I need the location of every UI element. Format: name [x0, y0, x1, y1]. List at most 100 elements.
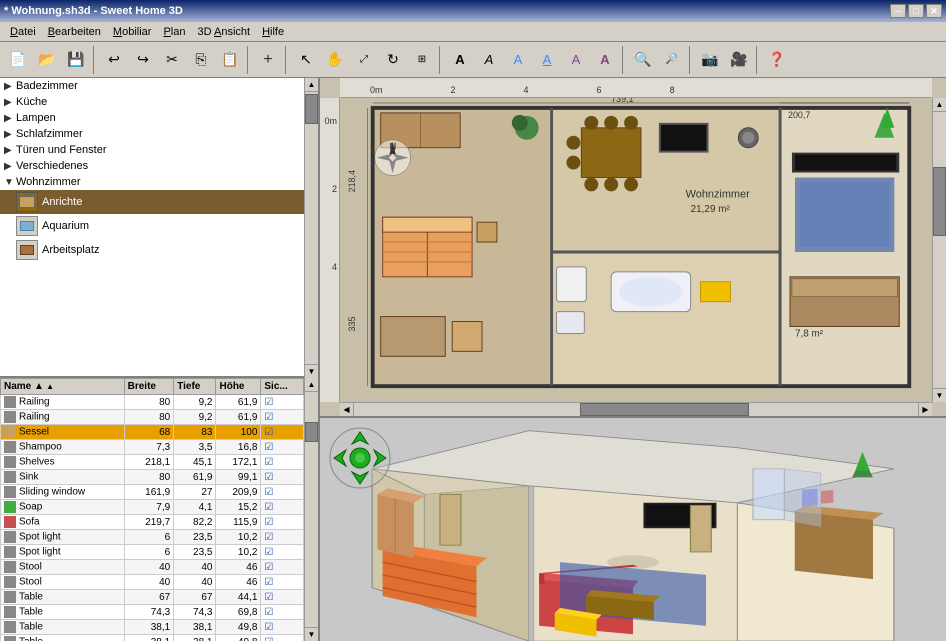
paste-button[interactable]: 📋 [216, 46, 244, 74]
table-row[interactable]: Soap7,94,115,2☑ [1, 500, 304, 515]
cell-visible[interactable]: ☑ [261, 425, 304, 440]
menu-mobiliar[interactable]: Mobiliar [107, 24, 158, 40]
menu-datei[interactable]: Datei [4, 24, 42, 40]
scroll-h-right[interactable]: ▶ [918, 403, 932, 416]
text-button[interactable]: A [446, 46, 474, 74]
redo-button[interactable]: ↪ [129, 46, 157, 74]
cell-visible[interactable]: ☑ [261, 485, 304, 500]
hand-button[interactable]: ✋ [321, 46, 349, 74]
move-button[interactable]: ⤢ [350, 46, 378, 74]
col-breite[interactable]: Breite [124, 379, 174, 395]
cell-visible[interactable]: ☑ [261, 545, 304, 560]
cell-visible[interactable]: ☑ [261, 395, 304, 410]
table-row[interactable]: Sliding window161,927209,9☑ [1, 485, 304, 500]
save-button[interactable]: 💾 [62, 46, 90, 74]
table-row[interactable]: Stool404046☑ [1, 560, 304, 575]
tree-scroll-up[interactable]: ▲ [305, 78, 318, 92]
tree-item-aquarium[interactable]: Aquarium [0, 214, 304, 238]
cell-visible[interactable]: ☑ [261, 590, 304, 605]
tree-item-badezimmer[interactable]: ▶ Badezimmer [0, 78, 304, 94]
col-hohe[interactable]: Höhe [216, 379, 261, 395]
cell-visible[interactable]: ☑ [261, 455, 304, 470]
cell-visible[interactable]: ☑ [261, 605, 304, 620]
col-name[interactable]: Name ▲ [1, 379, 125, 395]
scroll-v-down[interactable]: ▼ [933, 388, 946, 402]
tree-item-wohnzimmer[interactable]: ▼ Wohnzimmer [0, 174, 304, 190]
scroll-h-left[interactable]: ◀ [340, 403, 354, 416]
scroll-v-track[interactable] [933, 112, 946, 388]
text2-button[interactable]: A [475, 46, 503, 74]
table-row[interactable]: Shampoo7,33,516,8☑ [1, 440, 304, 455]
zoom-in-button[interactable]: 🔍 [629, 46, 657, 74]
text5-button[interactable]: A [562, 46, 590, 74]
cell-visible[interactable]: ☑ [261, 515, 304, 530]
tree-item-anrichte[interactable]: Anrichte [0, 190, 304, 214]
tree-scrollbar[interactable]: ▲ ▼ [304, 78, 318, 378]
scroll-v-thumb[interactable] [933, 167, 946, 236]
cell-visible[interactable]: ☑ [261, 440, 304, 455]
menu-hilfe[interactable]: Hilfe [256, 24, 290, 40]
cell-visible[interactable]: ☑ [261, 410, 304, 425]
cell-visible[interactable]: ☑ [261, 635, 304, 641]
rotate-button[interactable]: ↻ [379, 46, 407, 74]
scroll-h-thumb[interactable] [580, 403, 749, 416]
close-button[interactable]: ✕ [926, 4, 942, 18]
menu-plan[interactable]: Plan [157, 24, 191, 40]
cell-visible[interactable]: ☑ [261, 575, 304, 590]
zoom-out-button[interactable]: 🔎 [658, 46, 686, 74]
copy-button[interactable]: ⎘ [187, 46, 215, 74]
pointer-button[interactable]: ↖ [292, 46, 320, 74]
table-scroll-up[interactable]: ▲ [305, 378, 318, 392]
table-row[interactable]: Railing809,261,9☑ [1, 395, 304, 410]
text6-button[interactable]: A [591, 46, 619, 74]
tree-item-schlafzimmer[interactable]: ▶ Schlafzimmer [0, 126, 304, 142]
table-row[interactable]: Sofa219,782,2115,9☑ [1, 515, 304, 530]
table-row[interactable]: Sessel6883100☑ [1, 425, 304, 440]
menu-bearbeiten[interactable]: Bearbeiten [42, 24, 107, 40]
resize-button[interactable]: ⊞ [408, 46, 436, 74]
col-tiefe[interactable]: Tiefe [174, 379, 216, 395]
table-row[interactable]: Sink8061,999,1☑ [1, 470, 304, 485]
minimize-button[interactable]: ─ [890, 4, 906, 18]
floor-plan-scroll-v[interactable]: ▲ ▼ [932, 98, 946, 402]
table-scroll-thumb[interactable] [305, 422, 318, 442]
new-button[interactable]: 📄 [4, 46, 32, 74]
tree-scroll-down[interactable]: ▼ [305, 364, 318, 378]
maximize-button[interactable]: □ [908, 4, 924, 18]
add-furniture-button[interactable]: + [254, 46, 282, 74]
scroll-v-up[interactable]: ▲ [933, 98, 946, 112]
table-scroll-track[interactable] [305, 392, 318, 627]
open-button[interactable]: 📂 [33, 46, 61, 74]
video-button[interactable]: 🎥 [725, 46, 753, 74]
tree-item-lampen[interactable]: ▶ Lampen [0, 110, 304, 126]
table-row[interactable]: Table676744,1☑ [1, 590, 304, 605]
camera-button[interactable]: 📷 [696, 46, 724, 74]
table-row[interactable]: Table38,138,149,8☑ [1, 620, 304, 635]
text4-button[interactable]: A [533, 46, 561, 74]
table-row[interactable]: Stool404046☑ [1, 575, 304, 590]
floor-plan-canvas[interactable]: Wohnzimmer 21,29 m² 200,7 [340, 98, 932, 402]
tree-item-turen[interactable]: ▶ Türen und Fenster [0, 142, 304, 158]
table-row[interactable]: Table74,374,369,8☑ [1, 605, 304, 620]
cell-visible[interactable]: ☑ [261, 470, 304, 485]
tree-item-kuche[interactable]: ▶ Küche [0, 94, 304, 110]
table-row[interactable]: Table38,138,149,8☑ [1, 635, 304, 641]
tree-scroll-thumb[interactable] [305, 94, 318, 124]
scroll-h-track[interactable] [354, 403, 918, 416]
table-row[interactable]: Railing809,261,9☑ [1, 410, 304, 425]
cell-visible[interactable]: ☑ [261, 560, 304, 575]
menu-3d-ansicht[interactable]: 3D Ansicht [191, 24, 256, 40]
undo-button[interactable]: ↩ [100, 46, 128, 74]
cell-visible[interactable]: ☑ [261, 620, 304, 635]
tree-scroll-track[interactable] [305, 92, 318, 364]
text3-button[interactable]: A [504, 46, 532, 74]
help-button[interactable]: ❓ [763, 46, 791, 74]
tree-item-arbeitsplatz[interactable]: Arbeitsplatz [0, 238, 304, 262]
table-scrollbar[interactable]: ▲ ▼ [304, 378, 318, 641]
cell-visible[interactable]: ☑ [261, 500, 304, 515]
cell-visible[interactable]: ☑ [261, 530, 304, 545]
table-row[interactable]: Shelves218,145,1172,1☑ [1, 455, 304, 470]
col-sic[interactable]: Sic... [261, 379, 304, 395]
tree-item-verschiedenes[interactable]: ▶ Verschiedenes [0, 158, 304, 174]
cut-button[interactable]: ✂ [158, 46, 186, 74]
